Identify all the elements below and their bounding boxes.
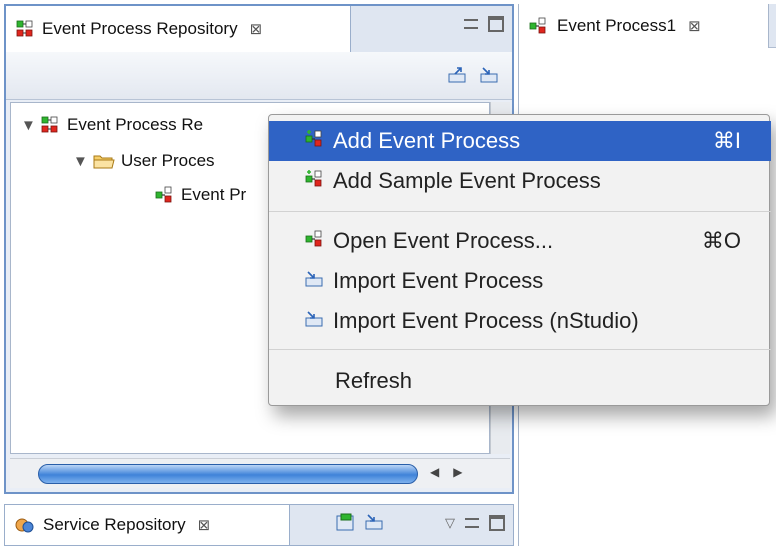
horizontal-scrollbar[interactable]: ◀ ▶ (10, 458, 510, 488)
minimize-icon[interactable] (464, 19, 478, 29)
scroll-left-icon[interactable]: ◀ (430, 465, 439, 479)
service-icon (15, 518, 34, 533)
service-repository-view: Service Repository ⊠ ▽ (4, 504, 514, 546)
menu-item-shortcut: ⌘O (701, 228, 741, 253)
menu-item-label: Refresh (335, 368, 413, 393)
context-menu: Add Event Process ⌘I Add Sample Event Pr… (268, 114, 771, 406)
view-toolbar (6, 52, 512, 100)
menu-item-open-event-process[interactable]: Open Event Process... ⌘O (269, 221, 771, 261)
tab-event-process1[interactable]: Event Process1 ⊠ (519, 4, 769, 48)
menu-item-label: Import Event Process (333, 268, 544, 293)
menu-item-shortcut: ⌘I (712, 128, 741, 153)
menu-item-label: Open Event Process... (333, 228, 554, 253)
repository-icon (41, 116, 58, 133)
tab-service-repository[interactable]: Service Repository ⊠ (5, 505, 290, 545)
close-icon[interactable]: ⊠ (198, 516, 211, 534)
add-service-icon[interactable] (335, 513, 357, 533)
view-menu-icon[interactable]: ▽ (445, 515, 455, 531)
event-process-icon (305, 230, 322, 247)
tree-node-event-process[interactable]: Event Pr (155, 185, 246, 205)
menu-item-label: Import Event Process (nStudio) (333, 308, 639, 333)
menu-item-label: Add Event Process (333, 128, 521, 153)
scroll-right-icon[interactable]: ▶ (453, 465, 462, 479)
tree-node-label: Event Pr (181, 185, 247, 204)
menu-item-import-event-process-nstudio[interactable]: Import Event Process (nStudio) (269, 301, 771, 341)
close-icon[interactable]: ⊠ (688, 17, 701, 35)
close-icon[interactable]: ⊠ (250, 20, 263, 38)
import-icon[interactable] (365, 513, 387, 533)
view-tab-bar: Event Process Repository ⊠ (6, 6, 512, 52)
maximize-icon[interactable] (488, 16, 504, 32)
expand-triangle-icon[interactable]: ▼ (21, 117, 41, 134)
scroll-thumb[interactable] (38, 464, 418, 484)
maximize-icon[interactable] (489, 515, 505, 531)
import-icon (305, 271, 323, 287)
tab-event-process-repository[interactable]: Event Process Repository ⊠ (6, 6, 351, 52)
menu-separator (269, 211, 771, 212)
editor-tab-bar: Event Process1 ⊠ (519, 4, 776, 48)
menu-separator (269, 349, 771, 350)
folder-icon (93, 155, 115, 169)
menu-item-add-sample-event-process[interactable]: Add Sample Event Process (269, 161, 771, 201)
add-process-icon (305, 130, 322, 147)
tab-label: Event Process Repository (42, 19, 238, 38)
export-icon[interactable] (448, 66, 470, 86)
import-icon (305, 311, 323, 327)
expand-triangle-icon[interactable]: ▼ (73, 153, 93, 170)
minimize-icon[interactable] (465, 518, 479, 528)
event-process-icon (155, 186, 172, 203)
tab-label: Event Process1 (557, 16, 677, 35)
menu-item-import-event-process[interactable]: Import Event Process (269, 261, 771, 301)
repository-icon (16, 20, 33, 37)
add-sample-icon (305, 170, 322, 187)
tree-node-label: User Proces (121, 151, 215, 170)
menu-item-label: Add Sample Event Process (333, 168, 601, 193)
tree-node-user-processes[interactable]: ▼ User Proces (73, 151, 215, 171)
menu-item-refresh[interactable]: Refresh (269, 361, 771, 401)
tab-label: Service Repository (43, 515, 186, 534)
menu-item-add-event-process[interactable]: Add Event Process ⌘I (269, 121, 771, 161)
tree-node-root[interactable]: ▼ Event Process Re (21, 115, 203, 135)
import-icon[interactable] (480, 66, 502, 86)
tree-node-label: Event Process Re (67, 115, 204, 134)
event-process-icon (529, 17, 546, 34)
